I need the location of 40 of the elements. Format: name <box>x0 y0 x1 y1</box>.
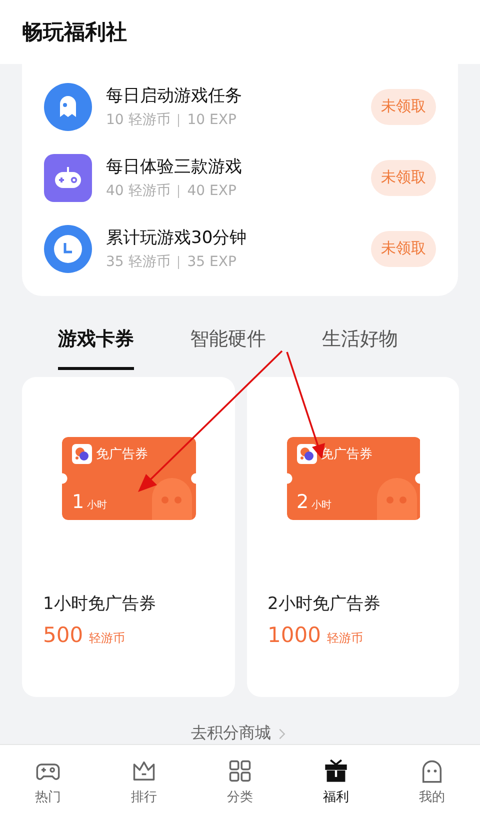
coupon-title: 2小时免广告券 <box>268 593 380 615</box>
ghost-icon <box>150 476 194 520</box>
category-tab[interactable]: 智能硬件 <box>190 326 266 370</box>
reward-coins: 10 轻游币 <box>106 111 170 129</box>
nav-item[interactable]: 福利 <box>311 758 361 806</box>
nav-item[interactable]: 热门 <box>23 758 73 806</box>
mall-link[interactable]: 去积分商城 <box>191 723 271 744</box>
reward-coins: 40 轻游币 <box>106 182 170 200</box>
app-icon <box>296 444 316 464</box>
price-currency: 轻游币 <box>326 630 363 647</box>
coupon-card[interactable]: 免广告券 1 小时 1小时免广告券 500 轻游币 <box>22 377 234 697</box>
clock-icon <box>44 224 92 272</box>
reward-exp: 35 EXP <box>187 254 236 270</box>
reward-exp: 10 EXP <box>187 112 236 128</box>
coupon-label: 免广告券 <box>96 446 148 463</box>
app-icon <box>72 444 92 464</box>
task-title: 每日启动游戏任务 <box>106 85 243 107</box>
coupon-amount: 2 <box>296 491 309 513</box>
coupon-unit: 小时 <box>87 498 108 512</box>
ghost-icon <box>374 476 418 520</box>
nav-item[interactable]: 我的 <box>407 758 457 806</box>
coupon-title: 1小时免广告券 <box>43 593 156 615</box>
coupon-price: 1000 <box>268 623 321 647</box>
coupon-unit: 小时 <box>312 498 332 512</box>
nav-item[interactable]: 分类 <box>215 758 265 806</box>
reward-exp: 40 EXP <box>187 183 236 199</box>
gift-icon <box>323 758 349 784</box>
category-tab[interactable]: 生活好物 <box>322 326 398 370</box>
ghost-icon <box>44 82 92 130</box>
nav-item[interactable]: 排行 <box>119 758 169 806</box>
coupon-price: 500 <box>43 623 84 647</box>
page-title: 畅玩福利社 <box>22 19 127 46</box>
reward-coins: 35 轻游币 <box>106 253 170 271</box>
coupon-amount: 1 <box>72 491 84 513</box>
price-currency: 轻游币 <box>89 630 126 647</box>
task-title: 累计玩游戏30分钟 <box>106 227 248 249</box>
category-tab[interactable]: 游戏卡券 <box>58 326 134 370</box>
grid-icon <box>227 758 253 784</box>
gamepad-icon <box>44 154 92 202</box>
task-title: 每日体验三款游戏 <box>106 156 243 178</box>
